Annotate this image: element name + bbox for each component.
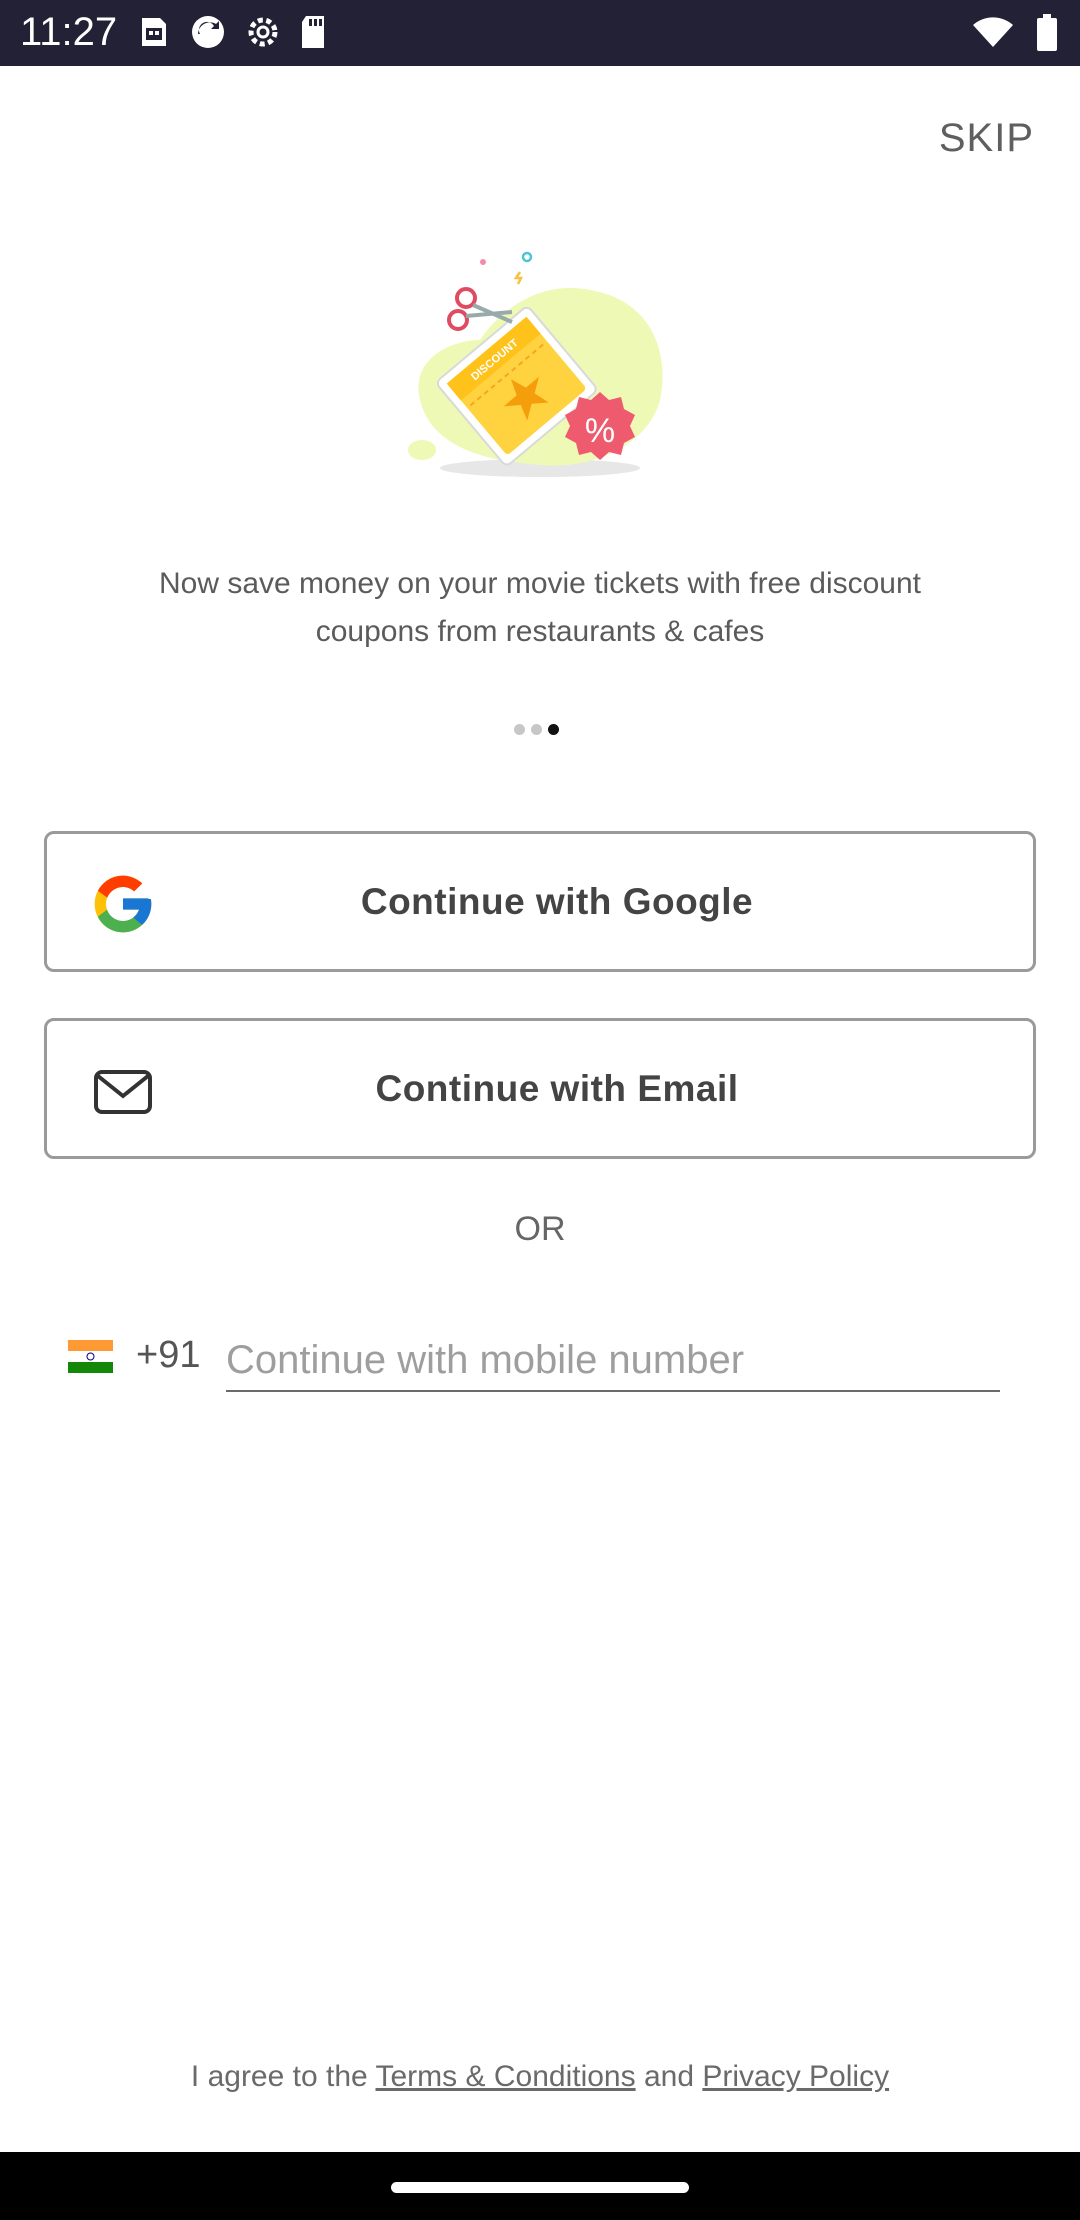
wifi-icon [972, 17, 1014, 54]
system-status [972, 14, 1058, 57]
battery-icon [1036, 14, 1058, 57]
skip-button[interactable]: SKIP [939, 116, 1034, 161]
google-icon [89, 870, 157, 943]
mail-icon [93, 1069, 153, 1120]
or-divider: OR [514, 1210, 566, 1248]
notification-icons [136, 12, 328, 52]
pagination-dot[interactable] [531, 724, 542, 735]
discount-coupon-illustration: DISCOUNT % [408, 251, 663, 477]
email-button-label: Continue with Email [375, 1067, 739, 1109]
pagination-dot[interactable] [514, 724, 525, 735]
mobile-number-input[interactable] [226, 1330, 1000, 1392]
legal-joiner: and [643, 2060, 695, 2093]
pagination-indicator [514, 724, 559, 735]
tagline-line-2: coupons from restaurants & cafes [315, 615, 765, 648]
navigation-bar [0, 2152, 1080, 2220]
sd-card-icon [298, 14, 328, 50]
login-screen: 11:27 SKIP DISCOUNT % Now save money on … [0, 0, 1080, 2220]
legal-prefix: I agree to the [190, 2060, 368, 2093]
country-code[interactable]: +91 [136, 1334, 200, 1377]
mobile-login-row: +91 [68, 1330, 1003, 1400]
home-gesture-handle[interactable] [391, 2182, 689, 2193]
india-flag-icon [68, 1340, 113, 1373]
pagination-dot-active[interactable] [548, 724, 559, 735]
sd-card-calendar-icon [136, 14, 172, 50]
continue-with-email-button[interactable]: Continue with Email [44, 1018, 1036, 1159]
status-bar: 11:27 [0, 0, 1080, 66]
continue-with-google-button[interactable]: Continue with Google [44, 831, 1036, 972]
google-button-label: Continue with Google [360, 880, 754, 922]
tagline-line-1: Now save money on your movie tickets wit… [159, 567, 921, 600]
legal-agreement: I agree to the Terms & Conditions and Pr… [0, 2060, 1080, 2094]
status-time: 11:27 [20, 10, 118, 54]
privacy-policy-link[interactable]: Privacy Policy [702, 2060, 889, 2093]
sync-icon [188, 12, 228, 52]
settings-icon [244, 13, 282, 51]
svg-text:%: % [585, 412, 615, 450]
onboarding-tagline: Now save money on your movie tickets wit… [90, 560, 990, 656]
terms-link[interactable]: Terms & Conditions [376, 2060, 636, 2093]
